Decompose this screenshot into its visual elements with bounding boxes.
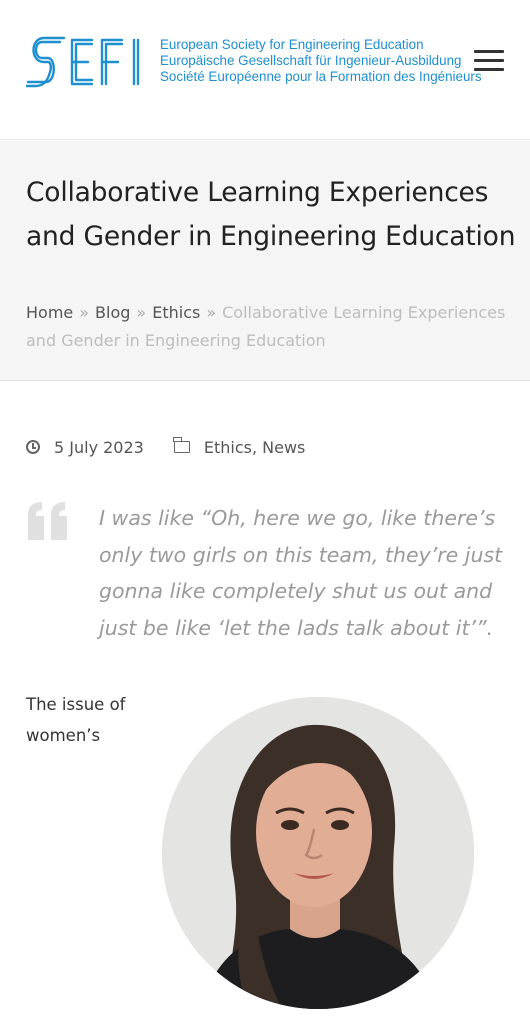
- org-name-english: European Society for Engineering Educati…: [160, 37, 424, 52]
- pull-quote: I was like “Oh, here we go, like there’s…: [99, 506, 503, 640]
- quote-icon: [28, 502, 67, 540]
- portrait-image: [162, 697, 474, 1009]
- post-date: 5 July 2023: [54, 437, 144, 457]
- breadcrumb: Home» Blog» Ethics» Collaborative Learning …: [26, 299, 516, 355]
- breadcrumb-separator: »: [136, 303, 147, 322]
- breadcrumb-blog[interactable]: Blog: [95, 303, 130, 322]
- article-body-text: The issue of women’s: [26, 695, 126, 745]
- breadcrumb-separator: »: [206, 303, 217, 322]
- org-name-block: European Society for Engineering Educati…: [160, 37, 510, 85]
- hamburger-menu-icon[interactable]: [474, 50, 504, 76]
- folder-icon: [172, 437, 190, 453]
- category-separator: ,: [251, 437, 258, 457]
- breadcrumb-home[interactable]: Home: [26, 303, 73, 322]
- sefi-logo-mark: [26, 36, 140, 88]
- breadcrumb-separator: »: [79, 303, 90, 322]
- category-link-ethics[interactable]: Ethics: [204, 438, 252, 457]
- category-link-news[interactable]: News: [262, 438, 305, 457]
- author-photo: [162, 697, 474, 1009]
- site-header: European Society for Engineering Educati…: [0, 0, 530, 140]
- org-name-french: Société Européenne pour la Formation des…: [160, 69, 482, 84]
- sefi-logo[interactable]: [26, 36, 146, 88]
- page-title: Collaborative Learning Experiences and G…: [26, 177, 516, 252]
- page-title-bar: Collaborative Learning Experiences and G…: [0, 141, 530, 381]
- clock-icon: [26, 440, 40, 454]
- post-meta: 5 July 2023 Ethics, News: [26, 435, 305, 459]
- breadcrumb-ethics[interactable]: Ethics: [152, 303, 200, 322]
- org-name-german: Europäische Gesellschaft für Ingenieur-A…: [160, 53, 462, 68]
